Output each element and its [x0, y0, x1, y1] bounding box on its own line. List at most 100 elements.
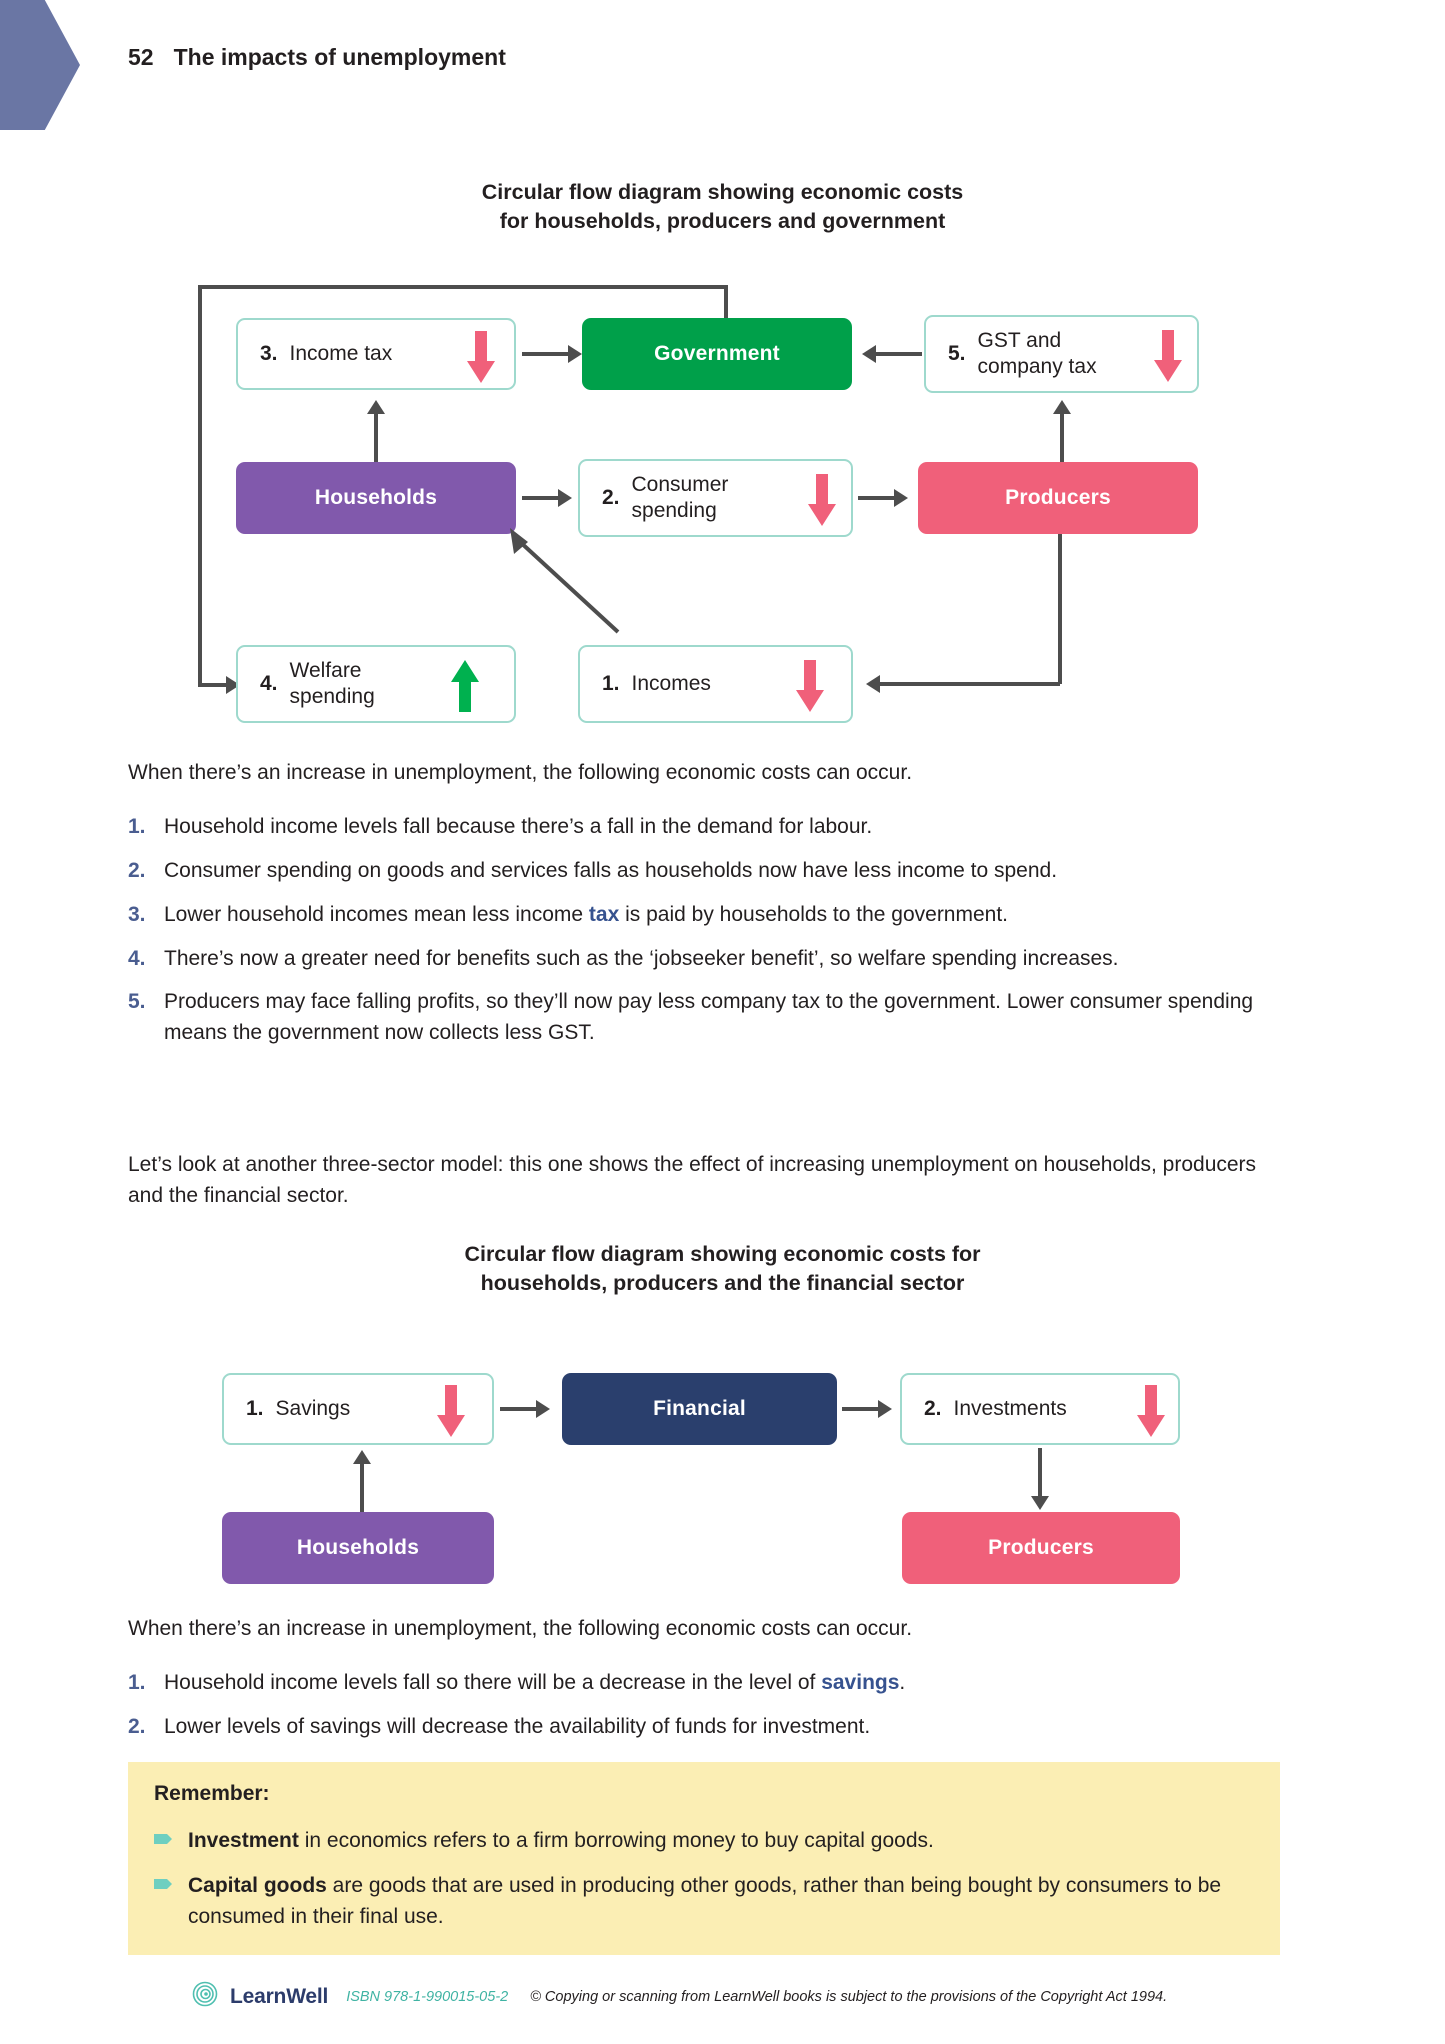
list-item-number: 4. — [128, 946, 146, 970]
list-item-number: 2. — [128, 858, 146, 882]
learnwell-logo-icon — [192, 1981, 218, 2012]
node-households: Households — [236, 462, 516, 534]
node-producers: Producers — [918, 462, 1198, 534]
arrowhead-down-to-producers — [1031, 1496, 1049, 1510]
list-item: 1. Household income levels fall so there … — [128, 1668, 1263, 1699]
connector-left-vertical — [198, 285, 202, 685]
intro-paragraph-2: Let’s look at another three-sector model… — [128, 1153, 1257, 1207]
down-arrow-red-icon — [1153, 330, 1182, 382]
node-producers-label: Producers — [1005, 486, 1111, 509]
node-gst-company-tax: 5. GST and company tax — [924, 315, 1199, 393]
arrowhead-to-consumer — [558, 489, 572, 507]
intro-paragraph-3: When there’s an increase in unemployment… — [128, 1617, 913, 1640]
remember-bullet-text: Capital goods are goods that are used in… — [188, 1873, 1222, 1928]
down-arrow-red-icon — [466, 331, 495, 383]
connector-top-horizontal — [198, 285, 728, 289]
connector-incomes-to-households — [510, 528, 620, 634]
arrowhead-to-incomes — [866, 675, 880, 693]
connector-gst-to-government — [874, 352, 922, 356]
connector-households-up-to-incometax — [374, 410, 378, 465]
node-consumer-number: 2. — [602, 486, 620, 509]
remember-callout: Remember: Investment in economics refers… — [128, 1762, 1280, 1955]
node-incomes-number: 1. — [602, 672, 620, 695]
node-incomes: 1. Incomes — [578, 645, 853, 723]
connector-households2-up-to-savings — [360, 1460, 364, 1512]
intro-paragraph-1: When there’s an increase in unemployment… — [128, 761, 913, 784]
list-item-text: Consumer spending on goods and services … — [164, 858, 1058, 882]
list-item: 5. Producers may face falling profits, so… — [128, 987, 1263, 1049]
remember-term: Investment — [188, 1829, 299, 1852]
node-investments-number: 2. — [924, 1397, 942, 1420]
list-item-text: Lower household incomes mean less income… — [164, 902, 1009, 926]
down-arrow-red-icon — [795, 660, 824, 712]
remember-bullet-item: Investment in economics refers to a firm… — [154, 1826, 1254, 1857]
list-item-number: 5. — [128, 990, 146, 1014]
node-gst-number: 5. — [948, 342, 966, 365]
logo-part-1: Learn — [230, 1984, 287, 2008]
list-item-number: 1. — [128, 1671, 146, 1694]
connector-producers-to-incomes — [878, 682, 1060, 686]
arrowhead-to-government-left — [568, 345, 582, 363]
logo-part-2: Well — [286, 1984, 329, 2008]
down-arrow-red-icon — [807, 474, 836, 526]
list-item-number: 3. — [128, 902, 146, 926]
connector-producers-down — [1058, 534, 1062, 684]
node-households-2: Households — [222, 1512, 494, 1584]
down-arrow-red-icon — [1136, 1385, 1165, 1437]
connector-financial-to-investments — [842, 1407, 880, 1411]
connector-savings-to-financial — [500, 1407, 538, 1411]
down-arrow-red-icon — [436, 1385, 465, 1437]
list-item: 4. There’s now a greater need for benefit… — [128, 944, 1263, 975]
arrow-bullet-icon — [154, 1826, 188, 1857]
highlighted-term: tax — [588, 902, 620, 926]
copyright-text: © Copying or scanning from LearnWell boo… — [530, 1988, 1168, 2005]
node-savings-number: 1. — [246, 1397, 264, 1420]
connector-top-down-to-government — [724, 285, 728, 320]
list-item: 3. Lower household incomes mean less inco… — [128, 900, 1263, 931]
node-producers-2: Producers — [902, 1512, 1180, 1584]
remember-bullet-item: Capital goods are goods that are used in… — [154, 1871, 1254, 1933]
node-welfare-number: 4. — [260, 672, 278, 695]
page-footer: LearnWell ISBN 978-1-990015-05-2 © Copyi… — [192, 1981, 1167, 2012]
node-government: Government — [582, 318, 852, 390]
list-item-text: Household income levels fall so there wi… — [164, 1671, 906, 1694]
arrowhead-to-investments — [878, 1400, 892, 1418]
list-item-text: There’s now a greater need for benefits … — [164, 946, 1119, 970]
economic-costs-list-1: 1. Household income levels fall because t… — [128, 812, 1263, 1062]
arrowhead-to-producers — [894, 489, 908, 507]
diagram2-title-line1: Circular flow diagram showing economic c… — [464, 1242, 981, 1266]
node-income-tax-number: 3. — [260, 342, 278, 365]
diagram2-title: Circular flow diagram showing economic c… — [0, 1240, 1445, 1298]
connector-consumer-to-producers — [858, 496, 896, 500]
list-item-number: 2. — [128, 1714, 146, 1738]
arrowhead-to-government-right — [862, 345, 876, 363]
list-item-text: Producers may face falling profits, so t… — [164, 990, 1254, 1045]
node-investments: 2. Investments — [900, 1373, 1180, 1445]
economic-costs-list-2: 1. Household income levels fall so there … — [128, 1668, 1263, 1756]
connector-left-to-welfare — [198, 683, 228, 687]
diagram-circular-flow-financial: 1. Savings Financial 2. Investments Hous… — [0, 0, 1445, 1584]
list-item: 2. Consumer spending on goods and service… — [128, 856, 1263, 887]
node-households-2-label: Households — [296, 1536, 420, 1559]
diagram2-title-line2: households, producers and the financial … — [480, 1271, 965, 1296]
list-item-text: Lower levels of savings will decrease th… — [164, 1714, 871, 1738]
list-item: 1. Household income levels fall because t… — [128, 812, 1263, 843]
arrowhead-to-financial — [536, 1400, 550, 1418]
list-item: 2. Lower levels of savings will decrease … — [128, 1712, 1263, 1743]
remember-items: Investment in economics refers to a firm… — [154, 1826, 1254, 1933]
node-financial-label: Financial — [653, 1397, 746, 1420]
list-item-text: Household income levels fall because the… — [164, 815, 873, 838]
list-item-number: 1. — [128, 815, 146, 838]
arrowhead-up-to-savings — [353, 1450, 371, 1464]
node-financial: Financial — [562, 1373, 837, 1445]
connector-producers-up-to-gst — [1060, 410, 1064, 465]
node-producers-2-label: Producers — [988, 1536, 1094, 1559]
node-government-label: Government — [654, 342, 780, 365]
learnwell-wordmark: LearnWell — [230, 1985, 328, 2009]
remember-term: Capital goods — [188, 1873, 327, 1897]
arrow-bullet-icon — [154, 1871, 188, 1933]
connector-households-to-consumer — [522, 496, 560, 500]
isbn-text: ISBN 978-1-990015-05-2 — [346, 1988, 509, 2005]
highlighted-term: savings — [821, 1671, 900, 1694]
arrowhead-up-to-incometax — [367, 400, 385, 414]
